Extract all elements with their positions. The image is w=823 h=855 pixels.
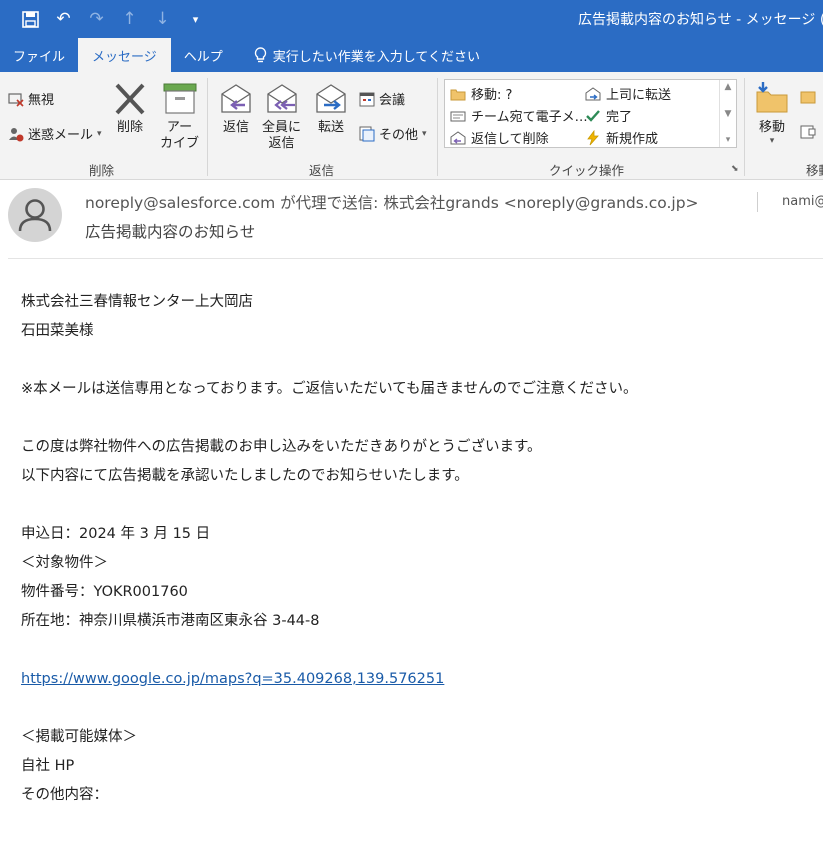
sender-avatar — [8, 188, 62, 242]
scroll-up-icon[interactable]: ▲ — [725, 82, 732, 92]
quick-steps-scrollbar[interactable]: ▲ ▼ ▾ — [719, 80, 736, 147]
quick-steps-group-label: クイック操作 — [549, 163, 625, 178]
save-icon[interactable] — [14, 5, 47, 33]
move-group-label: 移動 — [806, 163, 823, 178]
delete-x-icon — [115, 83, 145, 115]
more-icon — [359, 126, 375, 141]
ribbon-divider — [437, 78, 438, 176]
quick-step-move[interactable]: 移動: ? — [450, 84, 512, 103]
body-line: 物件番号：YOKR001760 — [21, 584, 188, 600]
rules-button[interactable] — [800, 89, 816, 105]
tell-me-placeholder: 実行したい作業を入力してください — [272, 49, 481, 65]
undo-icon[interactable]: ↶ — [47, 5, 80, 33]
chevron-down-icon: ▾ — [422, 128, 427, 139]
more-reply-button[interactable]: その他 ▾ — [359, 124, 427, 143]
map-link[interactable]: https://www.google.co.jp/maps?q=35.40926… — [21, 671, 444, 687]
body-line — [21, 407, 638, 436]
recipient-address: nami@ — [782, 194, 823, 209]
move-folder-icon — [756, 82, 788, 113]
quick-step-create-new[interactable]: 新規作成 — [585, 128, 658, 147]
chevron-down-icon: ▾ — [769, 136, 775, 146]
up-arrow-icon[interactable]: ↑ — [113, 5, 146, 33]
body-line — [21, 494, 638, 523]
body-line: この度は弊社物件への広告掲載のお申し込みをいただきありがとうございます。 — [21, 439, 542, 455]
forward-icon — [316, 84, 346, 113]
message-header: noreply@salesforce.com が代理で送信: 株式会社grand… — [0, 181, 823, 259]
archive-box-icon — [163, 83, 196, 114]
expand-gallery-icon[interactable]: ▾ — [726, 135, 731, 145]
folder-icon — [450, 89, 466, 100]
delete-group-label: 削除 — [89, 163, 115, 178]
body-line: 申込日：2024 年 3 月 15 日 — [21, 526, 211, 542]
chevron-down-icon: ▾ — [97, 128, 102, 139]
team-email-icon — [450, 111, 466, 121]
lightning-icon — [587, 129, 599, 145]
onenote-button[interactable] — [800, 124, 816, 140]
body-line: 所在地：神奈川県横浜市港南区東永谷 3-44-8 — [21, 613, 320, 629]
sender-line: noreply@salesforce.com が代理で送信: 株式会社grand… — [85, 194, 699, 212]
delete-button[interactable]: 削除 — [113, 80, 147, 136]
meeting-button[interactable]: 会議 — [359, 89, 405, 108]
forward-button[interactable]: 転送 — [314, 80, 348, 136]
reply-all-icon — [266, 84, 297, 113]
header-separator — [8, 258, 823, 259]
quick-step-done[interactable]: 完了 — [585, 106, 632, 125]
junk-mail-button[interactable]: 迷惑メール ▾ — [8, 124, 102, 143]
body-line: 以下内容にて広告掲載を承認いたしましたのでお知らせいたします。 — [21, 468, 469, 484]
body-line: ＜掲載可能媒体＞ — [21, 729, 137, 745]
body-line: 自社 HP — [21, 758, 75, 774]
meeting-calendar-icon — [359, 92, 375, 106]
move-button[interactable]: 移動 ▾ — [755, 80, 789, 146]
forward-manager-icon — [585, 86, 601, 100]
message-body: 株式会社三春情報センター上大岡店 石田菜美様 ※本メールは送信専用となっておりま… — [21, 291, 638, 813]
body-line: ※本メールは送信専用となっております。ご返信いただいても届きませんのでご注意くだ… — [21, 381, 638, 397]
rules-icon — [800, 91, 816, 104]
quick-step-forward-manager[interactable]: 上司に転送 — [585, 84, 671, 103]
reply-icon — [221, 84, 251, 113]
message-subject: 広告掲載内容のお知らせ — [85, 223, 256, 241]
scroll-down-icon[interactable]: ▼ — [725, 109, 732, 119]
tab-file[interactable]: ファイル — [0, 38, 78, 72]
quick-steps-gallery: 移動: ? チーム宛て電子メ… 返信して削除 上司に転送 完了 新規作成 ▲ ▼… — [444, 79, 737, 148]
body-line: 株式会社三春情報センター上大岡店 — [21, 294, 253, 310]
down-arrow-icon[interactable]: ↓ — [146, 5, 179, 33]
ribbon-divider — [744, 78, 745, 176]
checkmark-icon — [586, 109, 600, 122]
body-line: ＜対象物件＞ — [21, 555, 108, 571]
customize-toolbar-icon[interactable]: ▾ — [179, 5, 212, 33]
quick-step-reply-delete[interactable]: 返信して削除 — [450, 128, 549, 147]
reply-group-label: 返信 — [309, 163, 335, 178]
ignore-icon — [8, 92, 24, 107]
lightbulb-icon — [254, 46, 266, 62]
body-line: その他内容： — [21, 787, 108, 803]
archive-button[interactable]: アー カイブ — [160, 80, 199, 152]
reply-all-button[interactable]: 全員に 返信 — [262, 80, 301, 152]
quick-step-team-email[interactable]: チーム宛て電子メ… — [450, 106, 588, 125]
body-line — [21, 639, 638, 668]
reply-button[interactable]: 返信 — [219, 80, 253, 136]
body-line — [21, 349, 638, 378]
body-line: 石田菜美様 — [21, 323, 94, 339]
redo-icon[interactable]: ↷ — [80, 5, 113, 33]
ribbon-divider — [207, 78, 208, 176]
junk-user-icon — [9, 127, 24, 141]
dialog-launcher-icon[interactable]: ⬊ — [731, 164, 739, 174]
window-title: 広告掲載内容のお知らせ - メッセージ (テキ — [578, 12, 823, 28]
ribbon-tabs: ファイル メッセージ ヘルプ 実行したい作業を入力してください — [0, 38, 823, 72]
title-bar: ↶ ↷ ↑ ↓ ▾ 広告掲載内容のお知らせ - メッセージ (テキ — [0, 0, 823, 38]
header-divider — [757, 192, 758, 212]
person-icon — [18, 199, 52, 232]
quick-access-toolbar: ↶ ↷ ↑ ↓ ▾ — [0, 5, 212, 33]
tell-me-search[interactable]: 実行したい作業を入力してください — [236, 38, 493, 72]
ignore-button[interactable]: 無視 — [8, 89, 54, 108]
tab-message[interactable]: メッセージ — [78, 38, 171, 72]
onenote-icon — [800, 125, 816, 139]
reply-delete-icon — [450, 130, 466, 144]
tab-help[interactable]: ヘルプ — [171, 38, 236, 72]
body-line — [21, 697, 638, 726]
